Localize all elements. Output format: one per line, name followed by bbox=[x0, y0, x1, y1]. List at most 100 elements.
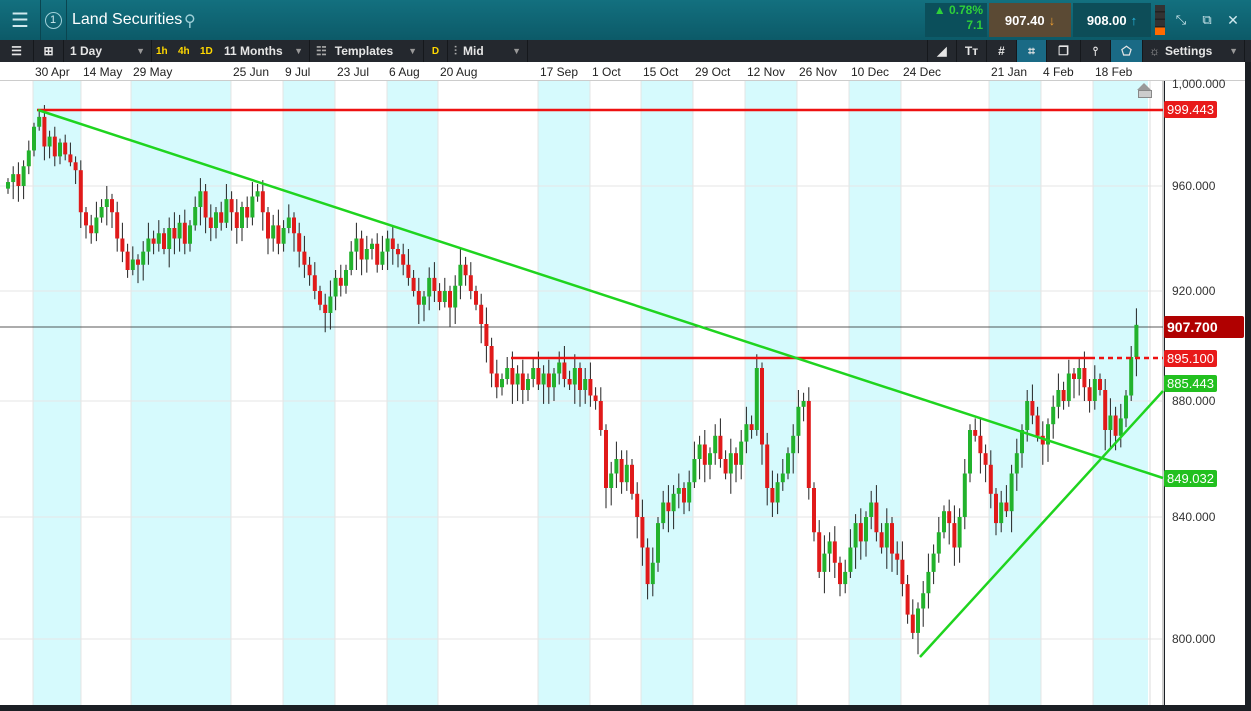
candle-body bbox=[557, 362, 562, 374]
candle-body bbox=[1103, 390, 1108, 430]
date-label: 15 Oct bbox=[643, 65, 679, 79]
candle-body bbox=[286, 217, 291, 228]
candle-body bbox=[858, 523, 863, 542]
date-band bbox=[131, 80, 231, 705]
candle-body bbox=[375, 243, 380, 265]
candle-body bbox=[786, 453, 790, 474]
candle-body bbox=[16, 174, 21, 186]
candle-body bbox=[442, 291, 447, 302]
candle-body bbox=[354, 238, 359, 252]
candle-body bbox=[136, 259, 140, 265]
candle-body bbox=[416, 291, 421, 305]
date-label: 17 Sep bbox=[540, 65, 579, 79]
candle-body bbox=[6, 182, 10, 189]
date-band bbox=[387, 80, 438, 705]
candle-body bbox=[692, 459, 697, 483]
candle-body bbox=[94, 217, 99, 234]
candle-body bbox=[110, 199, 114, 213]
candle-body bbox=[323, 304, 328, 313]
candle-body bbox=[754, 368, 759, 430]
candle-body bbox=[359, 238, 364, 260]
candle-body bbox=[78, 170, 83, 213]
candle-body bbox=[448, 291, 452, 308]
candle-body bbox=[791, 435, 796, 454]
date-label: 20 Aug bbox=[440, 65, 478, 79]
candle-body bbox=[900, 559, 905, 585]
candle-body bbox=[312, 275, 317, 291]
candle-body bbox=[370, 243, 374, 249]
candle-body bbox=[338, 277, 343, 286]
date-label: 26 Nov bbox=[799, 65, 838, 79]
candle-body bbox=[396, 249, 400, 255]
price-tick-label: 920.000 bbox=[1172, 284, 1216, 298]
price-tick-label: 800.000 bbox=[1172, 632, 1216, 646]
candle-body bbox=[723, 459, 728, 474]
candle-body bbox=[869, 502, 874, 517]
candle-body bbox=[1035, 415, 1040, 436]
date-band bbox=[989, 80, 1041, 705]
candle-body bbox=[744, 424, 749, 442]
candle-body bbox=[318, 291, 322, 305]
candle-body bbox=[125, 251, 130, 270]
candle-body bbox=[884, 523, 889, 548]
candle-body bbox=[739, 441, 744, 465]
candle-body bbox=[63, 142, 68, 155]
candle-body bbox=[624, 464, 629, 483]
candle-body bbox=[42, 116, 47, 147]
candle-body bbox=[260, 191, 265, 213]
candle-body bbox=[510, 368, 515, 385]
candle-body bbox=[801, 401, 806, 407]
candle-body bbox=[463, 264, 468, 276]
candle-body bbox=[494, 373, 499, 388]
candle-body bbox=[1134, 324, 1139, 357]
candle-body bbox=[671, 493, 676, 512]
candle-body bbox=[37, 116, 42, 127]
candle-body bbox=[994, 493, 998, 524]
candle-body bbox=[1009, 473, 1014, 512]
candle-body bbox=[1066, 373, 1071, 401]
candle-body bbox=[640, 517, 645, 548]
candle-body bbox=[422, 296, 426, 305]
price-chart[interactable] bbox=[0, 0, 1245, 705]
candle-body bbox=[697, 444, 702, 459]
candle-body bbox=[307, 264, 312, 276]
candle-body bbox=[344, 270, 348, 286]
candle-body bbox=[1098, 379, 1102, 390]
candle-body bbox=[1030, 401, 1035, 416]
price-tick-label: 880.000 bbox=[1172, 394, 1216, 408]
candle-body bbox=[26, 150, 31, 167]
candle-body bbox=[999, 502, 1004, 524]
level-tag-895: 895.100 bbox=[1164, 350, 1217, 367]
candle-body bbox=[848, 547, 853, 572]
candle-body bbox=[1129, 357, 1134, 396]
candle-body bbox=[120, 238, 125, 252]
candle-body bbox=[1025, 401, 1030, 430]
candle-body bbox=[838, 562, 842, 585]
candle-body bbox=[921, 593, 926, 609]
candle-body bbox=[832, 541, 837, 563]
candle-body bbox=[468, 275, 473, 291]
candle-body bbox=[193, 207, 198, 226]
candle-body bbox=[910, 614, 915, 633]
candle-body bbox=[1051, 406, 1056, 425]
candle-body bbox=[271, 225, 276, 239]
candle-body bbox=[708, 453, 712, 465]
candle-body bbox=[453, 285, 458, 308]
date-label: 25 Jun bbox=[233, 65, 270, 79]
candle-body bbox=[104, 199, 109, 207]
candle-body bbox=[728, 453, 733, 474]
candle-body bbox=[151, 238, 156, 244]
candle-body bbox=[99, 207, 104, 218]
scroll-home-icon[interactable] bbox=[1137, 83, 1151, 90]
level-tag-999: 999.443 bbox=[1164, 101, 1217, 118]
date-label: 1 Oct bbox=[592, 65, 621, 79]
candle-body bbox=[968, 430, 972, 474]
candle-body bbox=[843, 571, 848, 585]
candle-body bbox=[614, 459, 619, 474]
candle-body bbox=[541, 373, 546, 385]
candle-body bbox=[219, 212, 224, 223]
candle-body bbox=[255, 191, 260, 197]
candle-body bbox=[115, 212, 120, 239]
candle-body bbox=[146, 238, 151, 252]
date-band bbox=[283, 80, 335, 705]
